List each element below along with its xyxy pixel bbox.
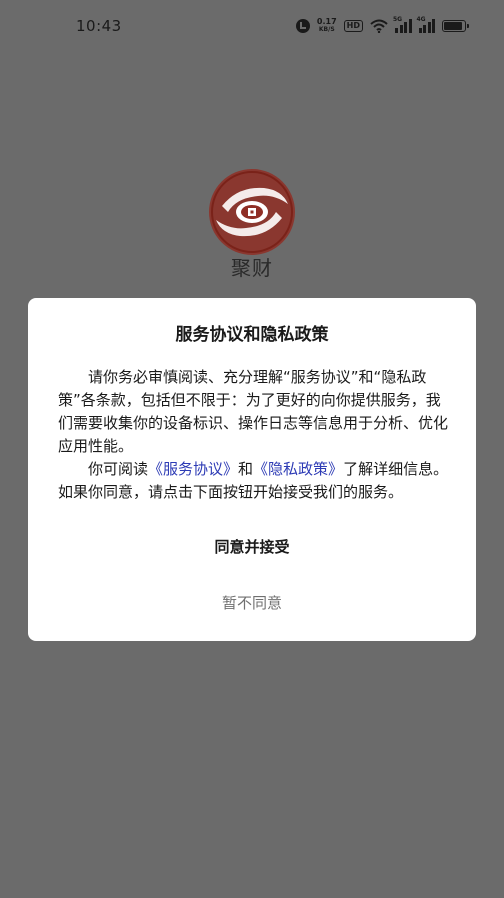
status-time: 10:43 xyxy=(76,17,122,35)
alarm-icon xyxy=(295,19,310,33)
dialog-paragraph-2: 你可阅读《服务协议》和《隐私政策》了解详细信息。如果你同意，请点击下面按钮开始接… xyxy=(58,458,454,504)
net-speed-indicator: 0.17 KB/S xyxy=(317,18,337,34)
battery-level xyxy=(444,22,462,30)
net-speed-value: 0.17 xyxy=(316,17,337,26)
privacy-dialog: 服务协议和隐私政策 请你务必审慎阅读、充分理解“服务协议”和“隐私政策”各条款，… xyxy=(28,298,476,641)
app-logo xyxy=(209,169,295,255)
dialog-paragraph-1: 请你务必审慎阅读、充分理解“服务协议”和“隐私政策”各条款，包括但不限于：为了更… xyxy=(58,368,449,455)
battery-icon xyxy=(442,20,469,32)
cell-signal-icon: 5G xyxy=(393,16,412,33)
dialog-title: 服务协议和隐私政策 xyxy=(175,325,329,345)
para2-and: 和 xyxy=(238,460,254,478)
signal-tag-4g: 4G xyxy=(416,16,426,23)
dialog-body: 请你务必审慎阅读、充分理解“服务协议”和“隐私政策”各条款，包括但不限于：为了更… xyxy=(58,366,454,504)
net-speed-unit: KB/S xyxy=(318,26,335,33)
signal-tag-5g: 5G xyxy=(393,16,403,23)
app-name: 聚财 xyxy=(231,256,273,280)
wifi-icon xyxy=(370,19,388,33)
accept-button[interactable]: 同意并接受 xyxy=(152,530,352,562)
service-agreement-link[interactable]: 《服务协议》 xyxy=(148,460,238,478)
privacy-policy-link[interactable]: 《隐私政策》 xyxy=(253,460,343,478)
hd-badge: HD xyxy=(343,20,363,32)
decline-button[interactable]: 暂不同意 xyxy=(152,586,352,618)
cell-signal-icon-2: 4G xyxy=(416,16,435,33)
status-bar: 10:43 0.17 KB/S HD 5G 4G xyxy=(0,0,504,52)
para2-prefix: 你可阅读 xyxy=(88,460,149,478)
status-icons: 0.17 KB/S HD 5G 4G xyxy=(295,16,469,34)
